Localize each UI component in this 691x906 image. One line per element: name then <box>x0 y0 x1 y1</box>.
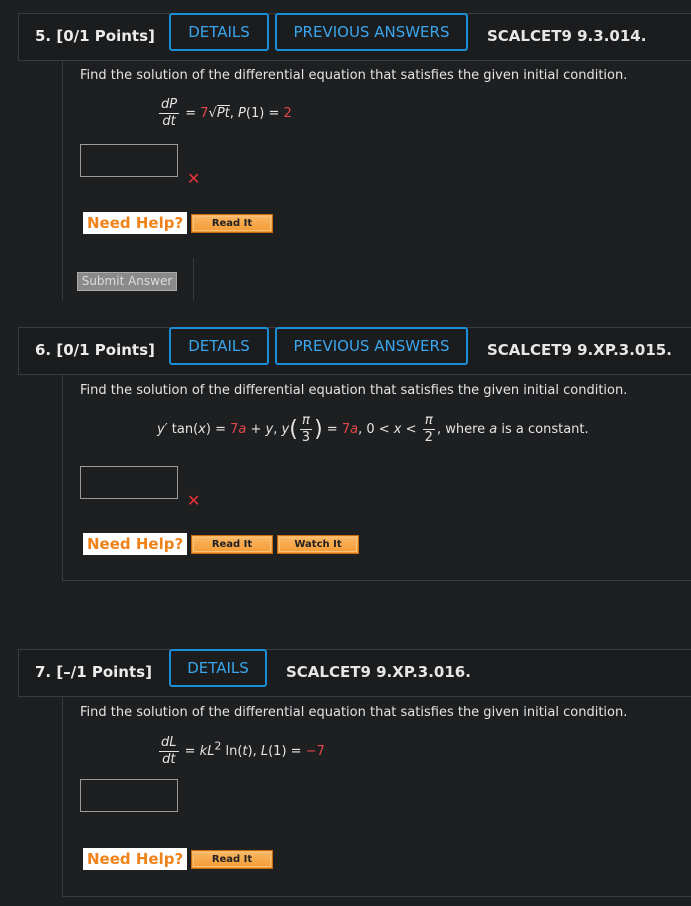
answer-input-5[interactable] <box>80 144 178 177</box>
previous-answers-button-6[interactable]: PREVIOUS ANSWERS <box>275 327 468 365</box>
question-points-7: 7. [–/1 Points] <box>35 663 152 681</box>
details-button-7[interactable]: DETAILS <box>169 649 267 687</box>
question-body-5: Find the solution of the differential eq… <box>62 61 691 258</box>
x-mark-icon: ✕ <box>187 491 201 510</box>
equation-7: dL dt = kL2 ln(t), L(1) = −7 <box>159 735 325 767</box>
submit-answer-button[interactable]: Submit Answer <box>77 272 177 291</box>
read-it-button-5[interactable]: Read It <box>191 214 273 233</box>
question-points-6: 6. [0/1 Points] <box>35 341 155 359</box>
x-mark-icon: ✕ <box>187 169 201 188</box>
previous-answers-button-5[interactable]: PREVIOUS ANSWERS <box>275 13 468 51</box>
question-prompt-5: Find the solution of the differential eq… <box>80 68 628 83</box>
details-button-6[interactable]: DETAILS <box>169 327 269 365</box>
read-it-button-7[interactable]: Read It <box>191 850 273 869</box>
answer-input-6[interactable] <box>80 466 178 499</box>
equation-6: y′ tan(x) = 7a + y, y(π 3) = 7a, 0 < x < … <box>157 413 589 445</box>
read-it-button-6[interactable]: Read It <box>191 535 273 554</box>
question-header-7: 7. [–/1 Points] DETAILS SCALCET9 9.XP.3.… <box>18 649 691 697</box>
question-body-6: Find the solution of the differential eq… <box>62 375 691 581</box>
answer-input-7[interactable] <box>80 779 178 812</box>
need-help-label-5: Need Help? <box>83 212 188 234</box>
need-help-label-7: Need Help? <box>83 848 188 870</box>
question-body-7: Find the solution of the differential eq… <box>62 697 691 897</box>
question-header-6: 6. [0/1 Points] DETAILS PREVIOUS ANSWERS… <box>18 327 691 375</box>
question-ref-7: SCALCET9 9.XP.3.016. <box>286 663 471 681</box>
question-ref-6: SCALCET9 9.XP.3.015. <box>487 341 672 359</box>
submit-area-5: Submit Answer <box>62 258 194 300</box>
watch-it-button-6[interactable]: Watch It <box>277 535 359 554</box>
question-points-5: 5. [0/1 Points] <box>35 27 155 45</box>
equation-5: dP dt = 7√Pt, P(1) = 2 <box>159 97 292 129</box>
question-ref-5: SCALCET9 9.3.014. <box>487 27 647 45</box>
details-button-5[interactable]: DETAILS <box>169 13 269 51</box>
question-prompt-6: Find the solution of the differential eq… <box>80 383 628 398</box>
need-help-label-6: Need Help? <box>83 533 188 555</box>
question-header-5: 5. [0/1 Points] DETAILS PREVIOUS ANSWERS… <box>18 13 691 61</box>
question-prompt-7: Find the solution of the differential eq… <box>80 705 628 720</box>
